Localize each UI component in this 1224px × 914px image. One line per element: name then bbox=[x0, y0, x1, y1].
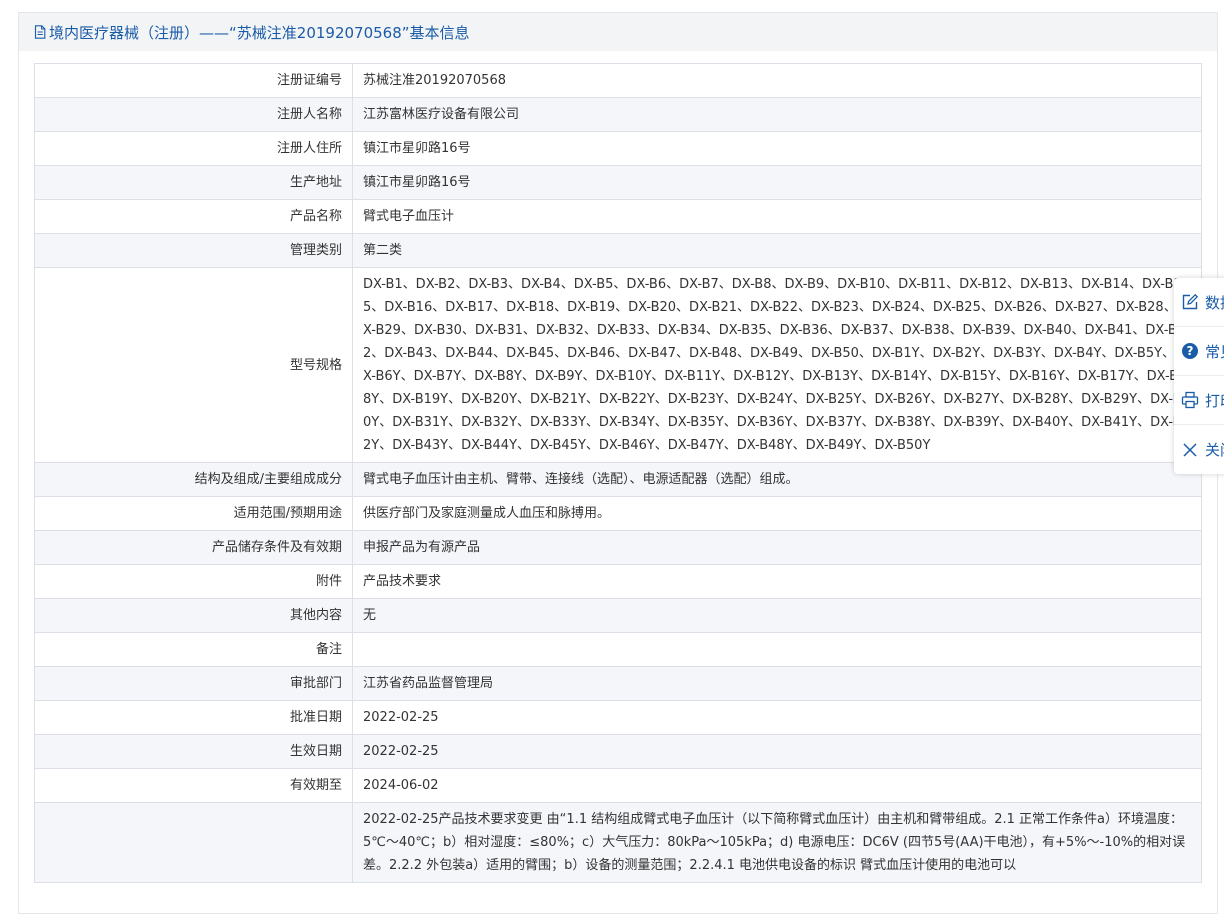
field-label: 生产地址 bbox=[34, 165, 353, 200]
table-row: 注册人住所 镇江市星卯路16号 bbox=[34, 131, 1202, 166]
field-label: 附件 bbox=[34, 564, 353, 599]
field-label: 审批部门 bbox=[34, 666, 353, 701]
field-value: 镇江市星卯路16号 bbox=[352, 165, 1202, 200]
field-label: 适用范围/预期用途 bbox=[34, 496, 353, 531]
printer-icon bbox=[1181, 391, 1199, 409]
table-row: 2022-02-25产品技术要求变更 由“1.1 结构组成臂式电子血压计（以下简… bbox=[34, 802, 1202, 883]
field-value: 供医疗部门及家庭测量成人血压和脉搏用。 bbox=[352, 496, 1202, 531]
close-icon bbox=[1183, 442, 1197, 457]
close-label: 关闭 bbox=[1205, 441, 1224, 459]
table-row: 附件 产品技术要求 bbox=[34, 564, 1202, 599]
field-label: 型号规格 bbox=[34, 267, 353, 463]
table-row: 适用范围/预期用途 供医疗部门及家庭测量成人血压和脉搏用。 bbox=[34, 496, 1202, 531]
field-value: 臂式电子血压计 bbox=[352, 199, 1202, 234]
field-value: 2024-06-02 bbox=[352, 768, 1202, 803]
error-report-button[interactable]: 数据纠错 bbox=[1174, 278, 1224, 327]
field-label: 产品名称 bbox=[34, 199, 353, 234]
field-label bbox=[34, 802, 353, 883]
field-label: 其他内容 bbox=[34, 598, 353, 633]
table-row: 管理类别 第二类 bbox=[34, 233, 1202, 268]
table-row: 产品名称 臂式电子血压计 bbox=[34, 199, 1202, 234]
field-value: 第二类 bbox=[352, 233, 1202, 268]
field-value: 无 bbox=[352, 598, 1202, 633]
field-label: 备注 bbox=[34, 632, 353, 667]
field-label: 产品储存条件及有效期 bbox=[34, 530, 353, 565]
field-value: 2022-02-25 bbox=[352, 700, 1202, 735]
table-row: 型号规格 DX-B1、DX-B2、DX-B3、DX-B4、DX-B5、DX-B6、… bbox=[34, 267, 1202, 463]
question-circle-icon: ? bbox=[1182, 343, 1198, 359]
field-value: 产品技术要求 bbox=[352, 564, 1202, 599]
table-row: 产品储存条件及有效期 申报产品为有源产品 bbox=[34, 530, 1202, 565]
field-value: 镇江市星卯路16号 bbox=[352, 131, 1202, 166]
table-row: 注册人名称 江苏富林医疗设备有限公司 bbox=[34, 97, 1202, 132]
detail-panel: 境内医疗器械（注册）——“苏械注准20192070568”基本信息 注册证编号苏… bbox=[18, 12, 1218, 914]
panel-header: 境内医疗器械（注册）——“苏械注准20192070568”基本信息 bbox=[19, 13, 1217, 51]
info-table: 注册证编号 苏械注准20192070568 注册人名称 江苏富林医疗设备有限公司 注册人… bbox=[34, 63, 1202, 883]
panel-body: 注册证编号 苏械注准20192070568 注册人名称 江苏富林医疗设备有限公司 注册人… bbox=[19, 51, 1217, 913]
field-value: 苏械注准20192070568 bbox=[352, 63, 1202, 98]
svg-text:?: ? bbox=[1187, 344, 1194, 358]
field-value bbox=[352, 632, 1202, 667]
field-label: 注册证编号 bbox=[34, 63, 353, 98]
table-row: 备注 bbox=[34, 632, 1202, 667]
table-row: 有效期至 2024-06-02 bbox=[34, 768, 1202, 803]
field-label: 有效期至 bbox=[34, 768, 353, 803]
print-button[interactable]: 打印 bbox=[1174, 376, 1224, 425]
table-row: 生产地址 镇江市星卯路16号 bbox=[34, 165, 1202, 200]
field-value: 2022-02-25产品技术要求变更 由“1.1 结构组成臂式电子血压计（以下简… bbox=[352, 802, 1202, 883]
field-label: 生效日期 bbox=[34, 734, 353, 769]
side-toolbar: 数据纠错 ? 常见问题 打印 关闭 bbox=[1174, 278, 1224, 474]
field-label: 批准日期 bbox=[34, 700, 353, 735]
table-row: 其他内容无 bbox=[34, 598, 1202, 633]
faq-label: 常见问题 bbox=[1205, 342, 1224, 361]
table-row: 审批部门 江苏省药品监督管理局 bbox=[34, 666, 1202, 701]
field-value: 江苏省药品监督管理局 bbox=[352, 666, 1202, 701]
error-report-label: 数据纠错 bbox=[1205, 293, 1224, 312]
field-label: 注册人住所 bbox=[34, 131, 353, 166]
field-value: 2022-02-25 bbox=[352, 734, 1202, 769]
field-label: 结构及组成/主要组成成分 bbox=[34, 462, 353, 497]
edit-icon bbox=[1182, 293, 1199, 310]
page-title: 境内医疗器械（注册）——“苏械注准20192070568”基本信息 bbox=[49, 23, 470, 42]
field-value: DX-B1、DX-B2、DX-B3、DX-B4、DX-B5、DX-B6、DX-B… bbox=[352, 267, 1202, 463]
field-label: 注册人名称 bbox=[34, 97, 353, 132]
close-button[interactable]: 关闭 bbox=[1174, 425, 1224, 474]
table-row: 批准日期 2022-02-25 bbox=[34, 700, 1202, 735]
table-row: 生效日期 2022-02-25 bbox=[34, 734, 1202, 769]
table-row: 注册证编号 苏械注准20192070568 bbox=[34, 63, 1202, 98]
faq-button[interactable]: ? 常见问题 bbox=[1174, 327, 1224, 376]
field-value: 江苏富林医疗设备有限公司 bbox=[352, 97, 1202, 132]
field-value: 申报产品为有源产品 bbox=[352, 530, 1202, 565]
table-row: 结构及组成/主要组成成分 臂式电子血压计由主机、臂带、连接线（选配）、电源适配器（… bbox=[34, 462, 1202, 497]
field-value: 臂式电子血压计由主机、臂带、连接线（选配）、电源适配器（选配）组成。 bbox=[352, 462, 1202, 497]
print-label: 打印 bbox=[1205, 391, 1224, 410]
field-label: 管理类别 bbox=[34, 233, 353, 268]
document-icon bbox=[34, 25, 46, 39]
